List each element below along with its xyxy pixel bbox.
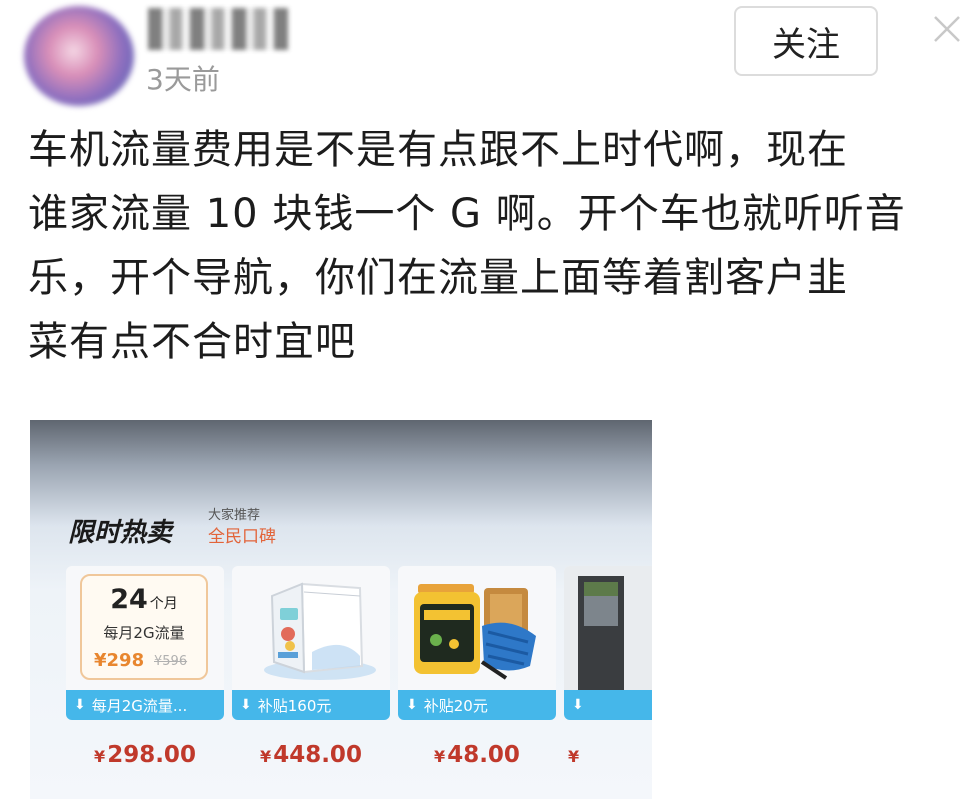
plan-months: 24 个月 bbox=[82, 584, 206, 615]
post-text-line: 谁家流量 10 块钱一个 G 啊。开个车也就听听音 bbox=[28, 191, 906, 237]
currency-symbol: ¥ bbox=[434, 747, 446, 766]
post-text-line: 乐，开个导航，你们在流量上面等着割客户韭 bbox=[28, 255, 848, 301]
close-icon[interactable] bbox=[932, 14, 962, 44]
down-arrow-icon: ⬇ bbox=[240, 697, 252, 713]
car-window-image bbox=[564, 566, 652, 690]
ad-title: 限时热卖 bbox=[68, 518, 173, 548]
post-text-line: 菜有点不合时宜吧 bbox=[28, 319, 356, 365]
subsidy-text: 补贴160元 bbox=[257, 696, 332, 715]
price-value: 48.00 bbox=[447, 742, 520, 768]
follow-button[interactable]: 关注 bbox=[734, 6, 878, 76]
currency-symbol: ¥ bbox=[568, 747, 580, 766]
currency-symbol: ¥ bbox=[260, 747, 272, 766]
product-price: ¥48.00 bbox=[398, 742, 556, 768]
product-card-data-plan[interactable]: 24 个月 每月2G流量 ¥298 ¥596 ⬇ 每月2G流量... ¥298.00 bbox=[66, 566, 224, 799]
down-arrow-icon: ⬇ bbox=[572, 697, 584, 713]
avatar[interactable] bbox=[24, 6, 134, 106]
product-image bbox=[232, 566, 390, 690]
data-plan-box: 24 个月 每月2G流量 ¥298 ¥596 bbox=[80, 574, 208, 680]
down-arrow-icon: ⬇ bbox=[74, 697, 86, 713]
subsidy-text: 每月2G流量... bbox=[91, 696, 188, 715]
plan-price: ¥298 bbox=[94, 650, 145, 671]
price-value: 298.00 bbox=[107, 742, 196, 768]
product-image: 24 个月 每月2G流量 ¥298 ¥596 bbox=[66, 566, 224, 690]
subsidy-tag: ⬇ 补贴20元 bbox=[398, 690, 556, 720]
product-price: ¥ bbox=[568, 742, 652, 768]
ad-tagline: 全民口碑 bbox=[208, 527, 276, 547]
plan-original-price: ¥596 bbox=[154, 654, 188, 669]
plan-months-value: 24 bbox=[110, 584, 148, 615]
price-value: 448.00 bbox=[273, 742, 362, 768]
product-price: ¥448.00 bbox=[232, 742, 390, 768]
subsidy-tag: ⬇ 补贴160元 bbox=[232, 690, 390, 720]
post-time: 3天前 bbox=[146, 63, 220, 96]
plan-months-unit: 个月 bbox=[149, 596, 178, 612]
product-card-partial[interactable]: ⬇ ¥ bbox=[564, 566, 652, 799]
product-price: ¥298.00 bbox=[66, 742, 224, 768]
product-image bbox=[564, 566, 652, 690]
currency-symbol: ¥ bbox=[94, 747, 106, 766]
username[interactable] bbox=[148, 8, 288, 50]
subsidy-tag: ⬇ bbox=[564, 690, 652, 720]
down-arrow-icon: ⬇ bbox=[406, 697, 418, 713]
product-list: 24 个月 每月2G流量 ¥298 ¥596 ⬇ 每月2G流量... ¥298.00 bbox=[66, 566, 652, 799]
post-text-line: 车机流量费用是不是有点跟不上时代啊，现在 bbox=[28, 127, 848, 173]
product-card-car-wash[interactable]: ⬇ 补贴20元 ¥48.00 bbox=[398, 566, 556, 799]
car-fridge-image bbox=[264, 582, 376, 680]
ad-screenshot: 限时热卖 大家推荐 全民口碑 24 个月 每月2G流量 ¥298 ¥596 ⬇ 每月… bbox=[30, 420, 652, 799]
plan-description: 每月2G流量 bbox=[103, 624, 185, 642]
ad-subtitle: 大家推荐 bbox=[208, 508, 261, 523]
car-wash-kit-image bbox=[414, 584, 536, 680]
post-text: 车机流量费用是不是有点跟不上时代啊，现在 谁家流量 10 块钱一个 G 啊。开个… bbox=[28, 118, 948, 374]
product-image bbox=[398, 566, 556, 690]
subsidy-text: 补贴20元 bbox=[423, 696, 488, 715]
subsidy-tag: ⬇ 每月2G流量... bbox=[66, 690, 224, 720]
product-card-fridge[interactable]: ⬇ 补贴160元 ¥448.00 bbox=[232, 566, 390, 799]
post-header: 3天前 关注 bbox=[0, 0, 978, 110]
